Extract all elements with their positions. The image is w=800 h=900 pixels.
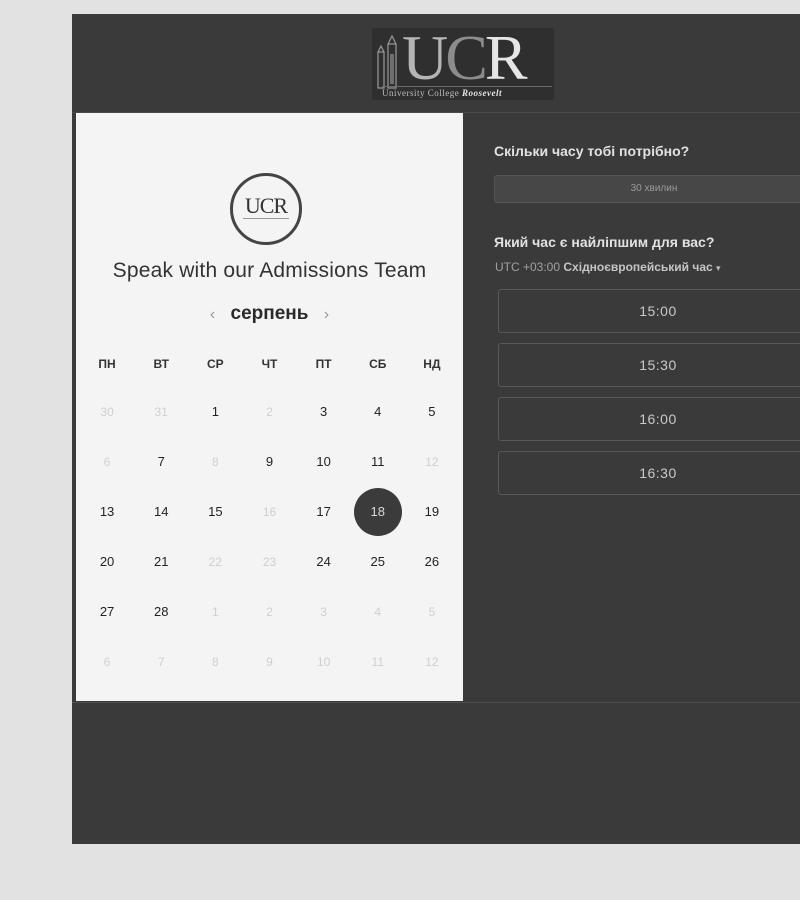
logo-letters: UCR — [402, 22, 528, 93]
day-cell-disabled: 23 — [262, 555, 277, 569]
day-cell-disabled: 8 — [212, 455, 219, 469]
day-cell-disabled: 2 — [266, 605, 273, 619]
day-cell[interactable]: 21 — [134, 537, 188, 587]
day-cell-disabled: 31 — [154, 405, 168, 419]
timezone-name: Східноєвропейський час — [563, 260, 713, 274]
day-cell[interactable]: 10 — [297, 437, 351, 487]
day-cell[interactable]: 15 — [188, 487, 242, 537]
month-navigator: ‹ серпень › — [76, 303, 463, 325]
weekday-label: ЧТ — [261, 357, 278, 371]
day-cell[interactable]: 4 — [351, 387, 405, 437]
calendar-week: 20 21 22 23 24 25 26 — [76, 537, 463, 587]
day-cell-disabled: 6 — [103, 455, 111, 469]
day-cell[interactable]: 25 — [351, 537, 405, 587]
calendar-week: 6 7 8 9 10 11 12 — [76, 637, 463, 687]
day-cell[interactable]: 19 — [405, 487, 459, 537]
day-cell-disabled: 22 — [208, 555, 223, 569]
day-cell-disabled: 1 — [212, 605, 219, 619]
footer-divider — [72, 702, 800, 703]
day-cell-disabled: 16 — [262, 505, 277, 519]
duration-select[interactable]: 30 хвилин — [494, 175, 800, 203]
calendar-week: 27 28 1 2 3 4 5 — [76, 587, 463, 637]
day-cell[interactable]: 7 — [134, 437, 188, 487]
day-cell-disabled: 9 — [266, 655, 273, 669]
day-cell[interactable]: 28 — [134, 587, 188, 637]
day-cell-disabled: 12 — [425, 655, 439, 669]
day-cell-disabled: 30 — [100, 405, 114, 419]
day-cell-disabled: 8 — [212, 655, 219, 669]
day-cell[interactable]: 27 — [80, 587, 134, 637]
calendar-title: Speak with our Admissions Team — [112, 259, 427, 282]
weekday-label: НД — [423, 357, 441, 371]
ucr-badge-logo: UCR — [230, 173, 302, 245]
day-cell[interactable]: 5 — [405, 387, 459, 437]
time-slot-list: 15:00 15:30 16:00 16:30 — [498, 289, 800, 505]
day-cell[interactable]: 20 — [80, 537, 134, 587]
day-cell-disabled: 12 — [425, 455, 439, 469]
next-month-button[interactable]: › — [314, 306, 339, 323]
chevron-down-icon: ▾ — [716, 263, 721, 273]
time-question: Який час є найліпшим для вас? — [494, 234, 715, 250]
day-cell-disabled: 6 — [103, 655, 111, 669]
day-cell[interactable]: 9 — [242, 437, 296, 487]
ucr-logo: UCR University College Roosevelt — [372, 22, 554, 100]
day-cell-disabled: 7 — [157, 655, 165, 669]
day-cell[interactable]: 13 — [80, 487, 134, 537]
day-cell[interactable]: 24 — [297, 537, 351, 587]
day-cell[interactable]: 26 — [405, 537, 459, 587]
booking-widget: UCR University College Roosevelt UCR Spe… — [72, 14, 800, 844]
timezone-offset: UTC +03:00 — [495, 260, 561, 274]
time-slot-button[interactable]: 16:30 — [498, 451, 800, 495]
weekday-label: ВТ — [153, 357, 169, 371]
duration-question: Скільки часу тобі потрібно? — [494, 143, 690, 159]
calendar-panel: UCR Speak with our Admissions Team ‹ сер… — [76, 113, 463, 701]
calendar-week: 13 14 15 16 17 18 19 — [76, 487, 463, 537]
day-cell[interactable]: 14 — [134, 487, 188, 537]
day-cell-disabled: 3 — [320, 605, 327, 619]
weekday-label: СР — [207, 357, 224, 371]
weekday-label: СБ — [369, 357, 387, 371]
day-cell-disabled: 10 — [316, 655, 331, 669]
time-slot-button[interactable]: 15:00 — [498, 289, 800, 333]
month-label: серпень — [230, 303, 309, 324]
day-cell-disabled: 2 — [266, 405, 273, 419]
header: UCR University College Roosevelt — [72, 14, 800, 113]
calendar-week: 6 7 8 9 10 11 12 — [76, 437, 463, 487]
day-cell[interactable]: 11 — [351, 437, 405, 487]
weekday-header: ПН ВТ СР ЧТ ПТ СБ НД — [76, 351, 463, 377]
calendar-weeks: 30 31 1 2 3 4 5 6 7 8 9 10 11 12 13 14 15 16 17 18 19 20 21 22 2… — [76, 387, 463, 687]
tower-icon — [377, 34, 397, 89]
calendar-week: 30 31 1 2 3 4 5 — [76, 387, 463, 437]
time-panel: Скільки часу тобі потрібно? 30 хвилин Як… — [463, 113, 800, 701]
day-cell-disabled: 5 — [428, 605, 436, 619]
day-cell[interactable]: 17 — [297, 487, 351, 537]
time-slot-button[interactable]: 16:00 — [498, 397, 800, 441]
prev-month-button[interactable]: ‹ — [200, 306, 225, 323]
timezone-selector[interactable]: UTC +03:00 Східноєвропейський час ▾ — [495, 260, 721, 274]
weekday-label: ПН — [98, 357, 116, 371]
weekday-label: ПТ — [315, 357, 332, 371]
logo-subline: University College Roosevelt — [382, 86, 552, 98]
day-cell[interactable]: 1 — [188, 387, 242, 437]
calendar-grid: ПН ВТ СР ЧТ ПТ СБ НД 30 31 1 2 3 4 5 6 7 8 9 10 11 12 13 14 15… — [76, 351, 463, 687]
day-cell-selected[interactable]: 18 — [351, 487, 405, 537]
day-cell-disabled: 4 — [374, 605, 382, 619]
time-slot-button[interactable]: 15:30 — [498, 343, 800, 387]
day-cell[interactable]: 3 — [297, 387, 351, 437]
day-cell-disabled: 11 — [371, 655, 384, 669]
